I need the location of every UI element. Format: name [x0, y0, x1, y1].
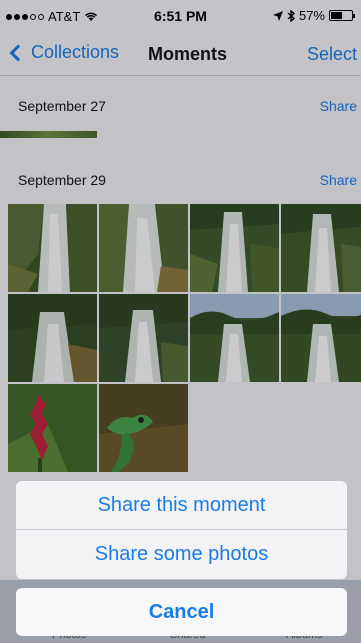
cancel-button[interactable]: Cancel: [16, 588, 347, 636]
action-sheet: Share this moment Share some photos: [16, 481, 347, 579]
share-some-photos-button[interactable]: Share some photos: [16, 530, 347, 579]
share-this-moment-button[interactable]: Share this moment: [16, 481, 347, 530]
moments-screen: AT&T 6:51 PM 57% Collections Moments Sel…: [0, 0, 361, 643]
